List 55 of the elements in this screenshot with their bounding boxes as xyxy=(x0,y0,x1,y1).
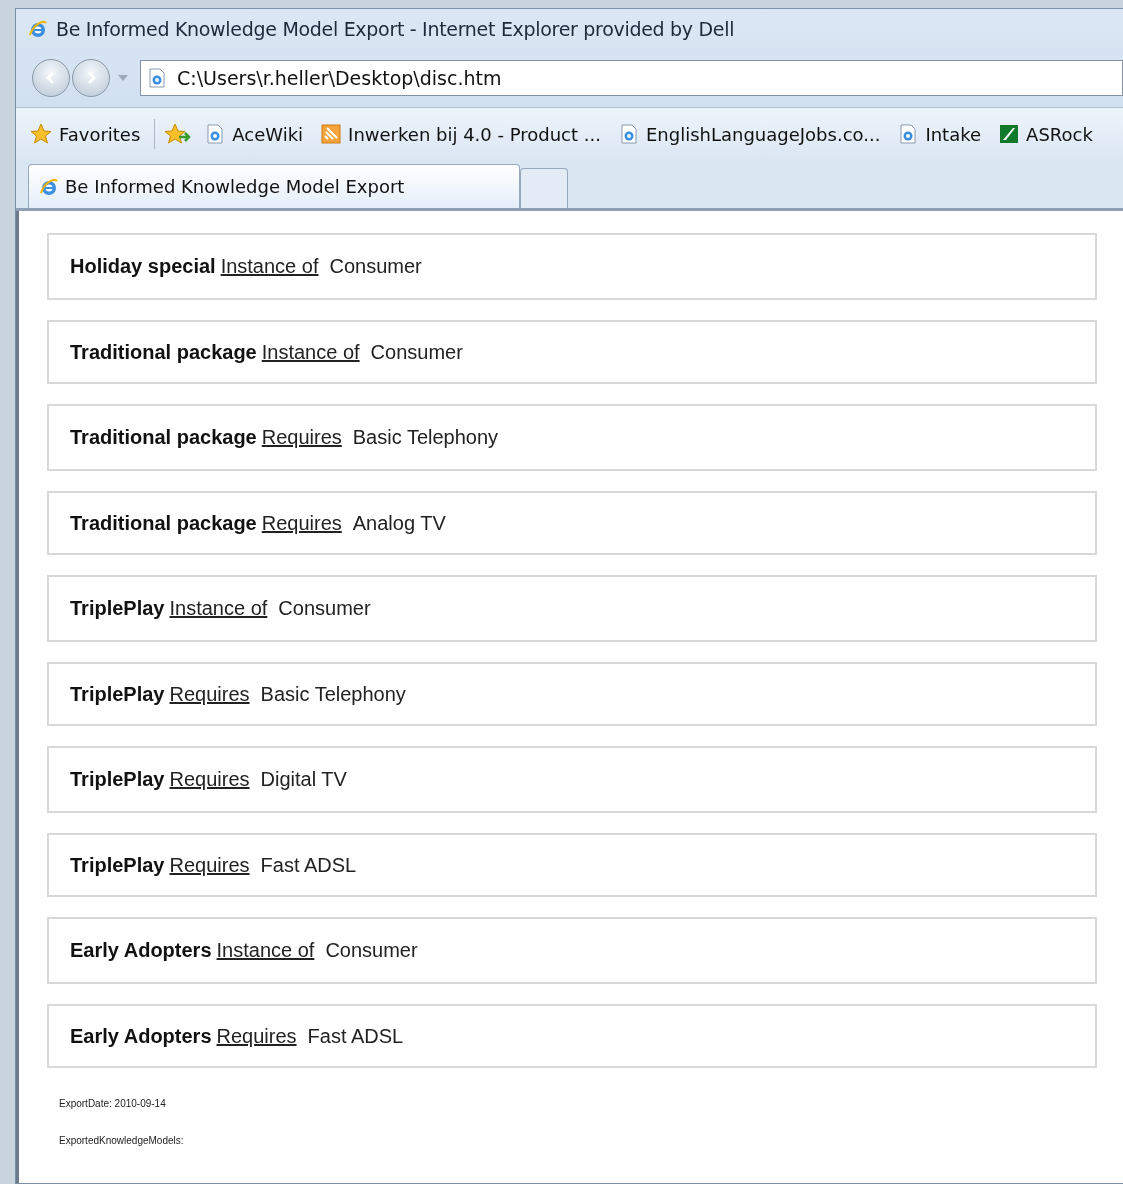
page-icon xyxy=(147,68,167,88)
page-icon xyxy=(618,124,639,144)
object-text: Consumer xyxy=(325,939,418,962)
add-favorite-icon[interactable] xyxy=(165,123,192,145)
favorites-button[interactable]: Favorites xyxy=(26,123,145,145)
subject-text: Early Adopters xyxy=(70,1024,212,1048)
new-tab-button[interactable] xyxy=(520,168,568,208)
favorite-link[interactable]: Inwerken bij 4.0 - Product ... xyxy=(317,123,605,145)
page-icon xyxy=(898,124,919,144)
object-text: Basic Telephony xyxy=(260,682,406,706)
subject-text: TriplePlay xyxy=(70,853,165,877)
object-text: Fast ADSL xyxy=(307,1024,404,1048)
browser-tab[interactable]: Be Informed Knowledge Model Export xyxy=(28,164,520,208)
window-title: Be Informed Knowledge Model Export - Internet Explorer provided by Dell xyxy=(56,18,735,40)
feed-icon xyxy=(321,124,342,144)
star-icon xyxy=(30,123,52,145)
relation-link[interactable]: Requires xyxy=(169,682,256,706)
subject-text: Early Adopters xyxy=(70,939,212,962)
subject-text: TriplePlay xyxy=(70,768,165,791)
subject-text: Holiday special xyxy=(70,255,216,278)
subject-text: Traditional package xyxy=(70,426,257,449)
object-text: Consumer xyxy=(278,597,371,620)
favorite-link[interactable]: AceWiki xyxy=(201,123,308,145)
relation-link[interactable]: Instance of xyxy=(216,939,321,962)
relation-link[interactable]: Requires xyxy=(169,768,256,791)
favorite-link[interactable]: ASRock xyxy=(995,123,1097,145)
relation-link[interactable]: Requires xyxy=(261,511,348,535)
browser-icon xyxy=(39,176,59,197)
forward-button[interactable] xyxy=(72,59,110,97)
favorite-link[interactable]: EnglishLanguageJobs.co... xyxy=(614,123,885,145)
browser-icon xyxy=(28,19,48,39)
relation-link[interactable]: Requires xyxy=(216,1024,303,1048)
relation-link[interactable]: Instance of xyxy=(220,255,325,278)
relation-link[interactable]: Instance of xyxy=(169,597,274,620)
address-field[interactable]: C:\Users\r.heller\Desktop\disc.htm xyxy=(140,60,1123,96)
caret-icon[interactable] xyxy=(118,75,128,81)
relation-link[interactable]: Requires xyxy=(169,853,256,877)
site-icon xyxy=(999,124,1020,144)
object-text: Consumer xyxy=(370,340,463,364)
relation-link[interactable]: Instance of xyxy=(261,340,366,364)
object-text: Analog TV xyxy=(352,511,446,535)
subject-text: Traditional package xyxy=(70,511,257,535)
footer-text: ExportedKnowledgeModels: xyxy=(59,1135,185,1146)
footer-text: ExportDate: 2010-09-14 xyxy=(59,1098,167,1109)
favorite-link[interactable]: Intake xyxy=(894,123,986,145)
subject-text: TriplePlay xyxy=(70,597,165,620)
subject-text: TriplePlay xyxy=(70,682,165,706)
object-text: Consumer xyxy=(329,255,422,278)
object-text: Fast ADSL xyxy=(260,853,357,877)
object-text: Basic Telephony xyxy=(352,426,499,449)
back-button[interactable] xyxy=(32,59,70,97)
page-icon xyxy=(205,124,226,144)
subject-text: Traditional package xyxy=(70,340,257,364)
relation-link[interactable]: Requires xyxy=(261,426,348,449)
object-text: Digital TV xyxy=(260,768,347,791)
